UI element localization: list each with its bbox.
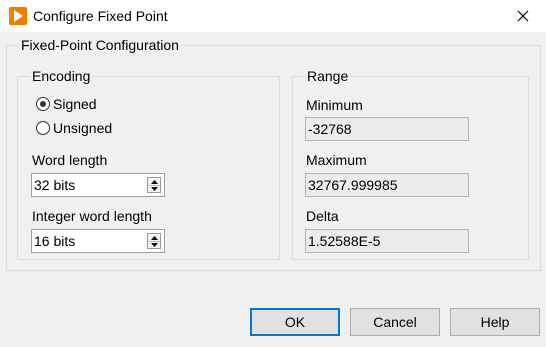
signed-label: Signed bbox=[53, 96, 97, 112]
word-length-stepper[interactable] bbox=[31, 173, 165, 197]
word-length-label: Word length bbox=[32, 152, 108, 168]
delta-value: 1.52588E-5 bbox=[305, 229, 469, 253]
integer-word-length-decrement[interactable] bbox=[148, 241, 160, 248]
unsigned-radio[interactable] bbox=[36, 121, 50, 135]
minimum-value: -32768 bbox=[305, 117, 469, 141]
encoding-legend: Encoding bbox=[32, 68, 91, 84]
arrow-down-icon bbox=[150, 242, 158, 247]
integer-word-length-label: Integer word length bbox=[32, 208, 152, 224]
signed-radio-option[interactable]: Signed bbox=[36, 95, 97, 113]
ok-button[interactable]: OK bbox=[250, 308, 340, 336]
integer-word-length-spinner[interactable] bbox=[147, 233, 161, 249]
close-icon bbox=[517, 10, 529, 22]
integer-word-length-input[interactable] bbox=[32, 230, 146, 252]
word-length-input[interactable] bbox=[32, 174, 146, 196]
close-button[interactable] bbox=[500, 0, 546, 32]
maximum-value: 32767.999985 bbox=[305, 173, 469, 197]
window-title: Configure Fixed Point bbox=[33, 8, 168, 24]
unsigned-label: Unsigned bbox=[53, 120, 113, 136]
integer-word-length-stepper[interactable] bbox=[31, 229, 165, 253]
arrow-down-icon bbox=[150, 186, 158, 191]
word-length-spinner[interactable] bbox=[147, 177, 161, 193]
fixed-point-configuration-legend: Fixed-Point Configuration bbox=[21, 37, 179, 53]
word-length-decrement[interactable] bbox=[148, 185, 160, 192]
range-legend: Range bbox=[307, 68, 349, 84]
help-button[interactable]: Help bbox=[450, 308, 540, 336]
arrow-up-icon bbox=[150, 179, 158, 184]
maximum-label: Maximum bbox=[306, 152, 367, 168]
signed-radio[interactable] bbox=[36, 97, 50, 111]
labview-run-arrow-icon bbox=[9, 7, 27, 25]
cancel-button[interactable]: Cancel bbox=[350, 308, 440, 336]
unsigned-radio-option[interactable]: Unsigned bbox=[36, 119, 112, 137]
minimum-label: Minimum bbox=[306, 97, 363, 113]
delta-label: Delta bbox=[306, 208, 339, 224]
title-bar: Configure Fixed Point bbox=[0, 0, 546, 32]
arrow-up-icon bbox=[150, 235, 158, 240]
